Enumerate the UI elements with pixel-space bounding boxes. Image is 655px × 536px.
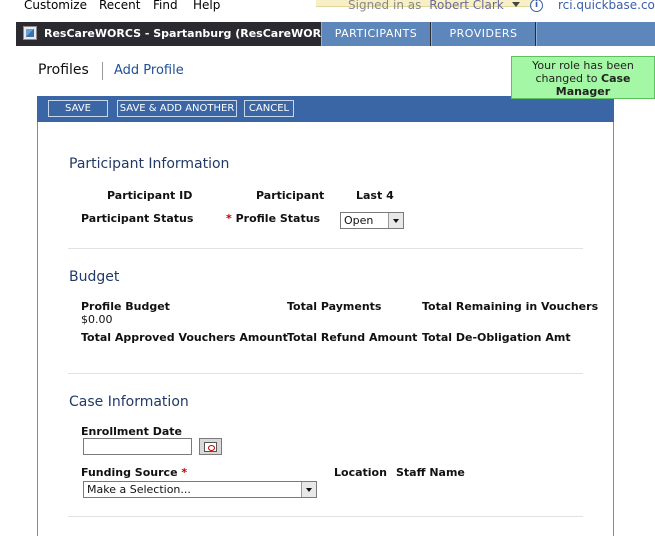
- role-notice-line2: changed to Case: [535, 72, 631, 85]
- section-divider: [68, 516, 583, 517]
- signed-in-status: Signed in as Robert Clark: [348, 0, 520, 12]
- chevron-down-icon: [388, 213, 403, 228]
- participant-label: Participant: [256, 189, 325, 202]
- tab-participants[interactable]: PARTICIPANTS: [321, 22, 430, 46]
- calendar-icon: [204, 442, 217, 452]
- total-deobligation-label: Total De-Obligation Amt: [422, 331, 571, 344]
- menu-recent[interactable]: Recent: [99, 0, 140, 12]
- enrollment-date-label: Enrollment Date: [81, 425, 182, 438]
- staff-name-label: Staff Name: [396, 466, 465, 479]
- section-divider: [68, 373, 583, 374]
- cancel-button[interactable]: CANCEL: [244, 100, 294, 117]
- participant-status-label: Participant Status: [81, 212, 194, 225]
- info-icon[interactable]: i: [530, 0, 543, 12]
- required-mark: *: [181, 466, 188, 479]
- last4-label: Last 4: [356, 189, 394, 202]
- chevron-down-icon[interactable]: [511, 2, 520, 7]
- form-button-bar: SAVE SAVE & ADD ANOTHER CANCEL: [37, 96, 614, 122]
- role-change-notice: Your role has been changed to Case Manag…: [511, 56, 655, 99]
- profile-status-label: * Profile Status: [226, 212, 321, 225]
- top-menu-bar: Customize Recent Find Help Signed in as …: [0, 0, 655, 15]
- add-profile-link[interactable]: Add Profile: [114, 63, 184, 78]
- section-participant-information: Participant Information: [69, 156, 230, 172]
- location-label: Location: [334, 466, 387, 479]
- section-case-information: Case Information: [69, 394, 189, 410]
- menu-find[interactable]: Find: [153, 0, 178, 12]
- participant-id-label: Participant ID: [107, 189, 193, 202]
- realm-link[interactable]: rci.quickbase.com: [558, 0, 655, 12]
- tab-bar-filler: [536, 22, 655, 46]
- profile-budget-value: $0.00: [81, 313, 113, 326]
- app-title-bar: ResCareWORCS - Spartanburg (ResCareWORCS…: [16, 22, 655, 46]
- section-divider: [68, 248, 583, 249]
- total-remaining-label: Total Remaining in Vouchers: [422, 300, 599, 313]
- page-title: Profiles: [38, 62, 89, 78]
- total-payments-label: Total Payments: [287, 300, 382, 313]
- funding-source-label: Funding Source *: [81, 466, 188, 479]
- role-notice-line1: Your role has been: [532, 59, 634, 72]
- app-title[interactable]: ResCareWORCS - Spartanburg (ResCareWORCS…: [44, 27, 342, 40]
- funding-source-value: Make a Selection...: [87, 483, 191, 496]
- title-divider: [102, 62, 103, 80]
- profile-status-value: Open: [344, 214, 374, 227]
- profile-budget-label: Profile Budget: [81, 300, 170, 313]
- required-mark: *: [226, 212, 232, 225]
- signed-in-label: Signed in as: [348, 0, 422, 12]
- role-notice-line3: Manager: [555, 85, 611, 98]
- chevron-down-icon: [301, 482, 316, 497]
- user-menu[interactable]: Robert Clark: [429, 0, 504, 12]
- save-and-add-another-button[interactable]: SAVE & ADD ANOTHER: [117, 100, 237, 117]
- enrollment-date-input[interactable]: [83, 438, 192, 455]
- total-approved-label: Total Approved Vouchers Amount: [81, 331, 288, 344]
- calendar-picker-button[interactable]: [199, 438, 222, 455]
- funding-source-select[interactable]: Make a Selection...: [83, 481, 317, 498]
- save-button[interactable]: SAVE: [48, 100, 108, 117]
- tab-providers[interactable]: PROVIDERS: [431, 22, 535, 46]
- role-name: Case: [601, 72, 631, 85]
- app-icon: [23, 26, 37, 40]
- profile-status-select[interactable]: Open: [340, 212, 404, 229]
- section-budget: Budget: [69, 269, 120, 285]
- total-refund-label: Total Refund Amount: [287, 331, 418, 344]
- menu-customize[interactable]: Customize: [24, 0, 87, 12]
- menu-help[interactable]: Help: [193, 0, 220, 12]
